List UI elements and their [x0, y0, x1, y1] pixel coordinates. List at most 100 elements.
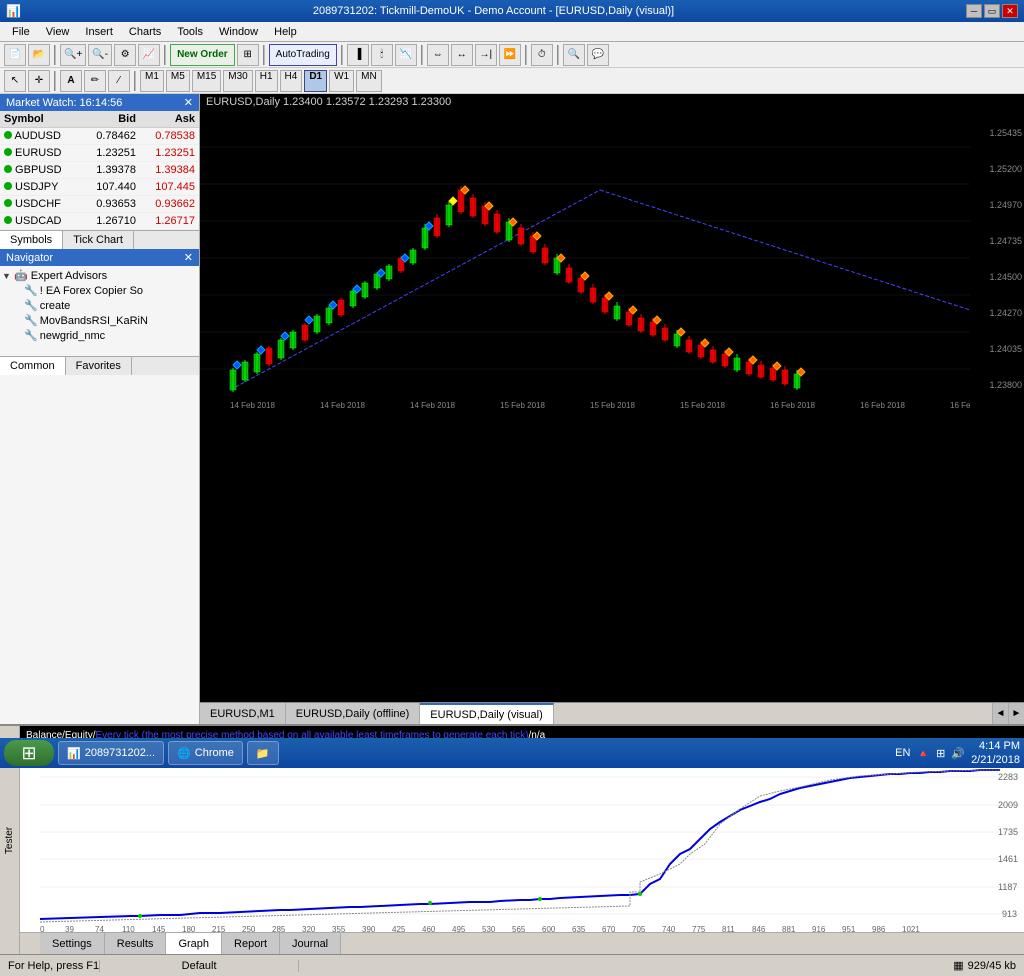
tree-ea4-label: newgrid_nmc — [40, 330, 105, 342]
symbol-cell: USDCHF — [0, 196, 81, 213]
svg-text:986: 986 — [872, 925, 886, 932]
tree-ea3[interactable]: 🔧 MovBandsRSI_KaRiN — [24, 313, 197, 328]
market-watch-row[interactable]: USDJPY 107.440 107.445 — [0, 179, 199, 196]
crosshair-button[interactable]: ✛ — [28, 70, 50, 92]
network-icon: 🔺 — [916, 747, 930, 760]
bar-chart-button[interactable]: ▐ — [347, 44, 369, 66]
close-button[interactable]: ✕ — [1002, 4, 1018, 18]
symbol-dot — [4, 216, 12, 224]
chrome-icon: 🌐 — [177, 747, 191, 760]
ask-cell: 0.93662 — [140, 196, 199, 213]
svg-text:15 Feb 2018: 15 Feb 2018 — [500, 401, 545, 410]
timeframe-mn[interactable]: MN — [356, 70, 382, 92]
cursor-button[interactable]: ↖ — [4, 70, 26, 92]
tree-ea4[interactable]: 🔧 newgrid_nmc — [24, 328, 197, 343]
menu-insert[interactable]: Insert — [77, 24, 121, 40]
navigator: Navigator ✕ ▼ 🤖 Expert Advisors 🔧 ! EA F… — [0, 249, 199, 724]
tester-tab-journal[interactable]: Journal — [280, 933, 341, 954]
timeframe-h1[interactable]: H1 — [255, 70, 278, 92]
zoom-out-button[interactable]: 🔍- — [88, 44, 112, 66]
tab-tick-chart[interactable]: Tick Chart — [63, 231, 134, 249]
title-bar: 📊 2089731202: Tickmill-DemoUK - Demo Acc… — [0, 0, 1024, 22]
chart-canvas[interactable]: 1.25435 1.25200 1.24970 1.24735 1.24500 … — [200, 110, 1024, 702]
menu-view[interactable]: View — [38, 24, 78, 40]
separator-t2 — [134, 71, 136, 91]
clock-time: 4:14 PM — [971, 739, 1020, 753]
start-button[interactable]: ⊞ — [4, 740, 54, 766]
chart-tab-daily-offline[interactable]: EURUSD,Daily (offline) — [286, 703, 421, 724]
tester-tab-graph[interactable]: Graph — [166, 933, 222, 954]
shift-button[interactable]: →| — [475, 44, 497, 66]
timeframe-w1[interactable]: W1 — [329, 70, 354, 92]
open-button[interactable]: 📂 — [28, 44, 50, 66]
tester-tab-results[interactable]: Results — [105, 933, 167, 954]
chart-tab-m1[interactable]: EURUSD,M1 — [200, 703, 286, 724]
price-axis: 1.25435 1.25200 1.24970 1.24735 1.24500 … — [989, 115, 1022, 403]
timeframe-m5[interactable]: M5 — [166, 70, 190, 92]
auto-trading-button[interactable]: AutoTrading — [269, 44, 337, 66]
tab-symbols[interactable]: Symbols — [0, 231, 63, 249]
scroll-end-button[interactable]: ⏩ — [499, 44, 521, 66]
ask-cell: 107.445 — [140, 179, 199, 196]
menu-charts[interactable]: Charts — [121, 24, 169, 40]
menu-help[interactable]: Help — [266, 24, 305, 40]
menu-window[interactable]: Window — [211, 24, 266, 40]
separator-3 — [263, 45, 265, 65]
indicators-button[interactable]: 📈 — [138, 44, 160, 66]
price-label-2: 1.25200 — [989, 151, 1022, 187]
market-watch-row[interactable]: EURUSD 1.23251 1.23251 — [0, 145, 199, 162]
chart-tab-prev[interactable]: ◄ — [992, 703, 1008, 725]
svg-text:1735: 1735 — [998, 827, 1018, 837]
tester-graph[interactable]: 913 1187 1461 1735 2009 2283 2557 — [20, 744, 1024, 932]
svg-text:14 Feb 2018: 14 Feb 2018 — [230, 401, 275, 410]
pending-order-button[interactable]: ⊞ — [237, 44, 259, 66]
timeframe-d1[interactable]: D1 — [304, 70, 327, 92]
minimize-button[interactable]: ─ — [966, 4, 982, 18]
timeframe-m30[interactable]: M30 — [223, 70, 252, 92]
new-chart-button[interactable]: 📄 — [4, 44, 26, 66]
navigator-close[interactable]: ✕ — [184, 251, 193, 264]
market-watch-row[interactable]: GBPUSD 1.39378 1.39384 — [0, 162, 199, 179]
new-order-button[interactable]: New Order — [170, 44, 235, 66]
search-button[interactable]: 🔍 — [563, 44, 585, 66]
taskbar-app-chrome[interactable]: 🌐 Chrome — [168, 741, 243, 765]
separator-7 — [557, 45, 559, 65]
line-chart-button[interactable]: 📉 — [395, 44, 417, 66]
tester-tab-report[interactable]: Report — [222, 933, 280, 954]
bid-cell: 1.23251 — [81, 145, 140, 162]
chart-tab-daily-visual[interactable]: EURUSD,Daily (visual) — [420, 703, 553, 724]
line-draw-button[interactable]: ⁄ — [108, 70, 130, 92]
tree-ea2[interactable]: 🔧 create — [24, 298, 197, 313]
nav-tab-favorites[interactable]: Favorites — [66, 357, 132, 375]
candle-chart-button[interactable]: 🕯 — [371, 44, 393, 66]
timeframe-h4[interactable]: H4 — [280, 70, 303, 92]
tree-ea1[interactable]: 🔧 ! EA Forex Copier So — [24, 283, 197, 298]
ask-cell: 1.39384 — [140, 162, 199, 179]
chart-tab-next[interactable]: ► — [1008, 703, 1024, 725]
market-watch-row[interactable]: AUDUSD 0.78462 0.78538 — [0, 128, 199, 145]
menu-tools[interactable]: Tools — [169, 24, 211, 40]
timer-button[interactable]: ⏱ — [531, 44, 553, 66]
taskbar-app-other[interactable]: 📁 — [247, 741, 279, 765]
tree-root[interactable]: ▼ 🤖 Expert Advisors — [2, 268, 197, 283]
nav-tab-common[interactable]: Common — [0, 357, 66, 375]
terminal-button[interactable]: 💬 — [587, 44, 609, 66]
zoom-fit-button[interactable]: ⇔ — [427, 44, 449, 66]
separator-1 — [54, 45, 56, 65]
text-button[interactable]: A — [60, 70, 82, 92]
menu-file[interactable]: File — [4, 24, 38, 40]
market-watch-close[interactable]: ✕ — [184, 96, 193, 109]
properties-button[interactable]: ⚙ — [114, 44, 136, 66]
market-watch-row[interactable]: USDCAD 1.26710 1.26717 — [0, 213, 199, 230]
market-watch-row[interactable]: USDCHF 0.93653 0.93662 — [0, 196, 199, 213]
zoom-100-button[interactable]: ↔ — [451, 44, 473, 66]
restore-button[interactable]: ▭ — [984, 4, 1000, 18]
toolbar-1: 📄 📂 🔍+ 🔍- ⚙ 📈 New Order ⊞ AutoTrading ▐ … — [0, 42, 1024, 68]
timeframe-m15[interactable]: M15 — [192, 70, 221, 92]
timeframe-m1[interactable]: M1 — [140, 70, 164, 92]
zoom-in-button[interactable]: 🔍+ — [60, 44, 86, 66]
svg-text:916: 916 — [812, 925, 826, 932]
draw-button[interactable]: ✏ — [84, 70, 106, 92]
tester-tab-settings[interactable]: Settings — [40, 933, 105, 954]
taskbar-app-mt4[interactable]: 📊 2089731202... — [58, 741, 164, 765]
